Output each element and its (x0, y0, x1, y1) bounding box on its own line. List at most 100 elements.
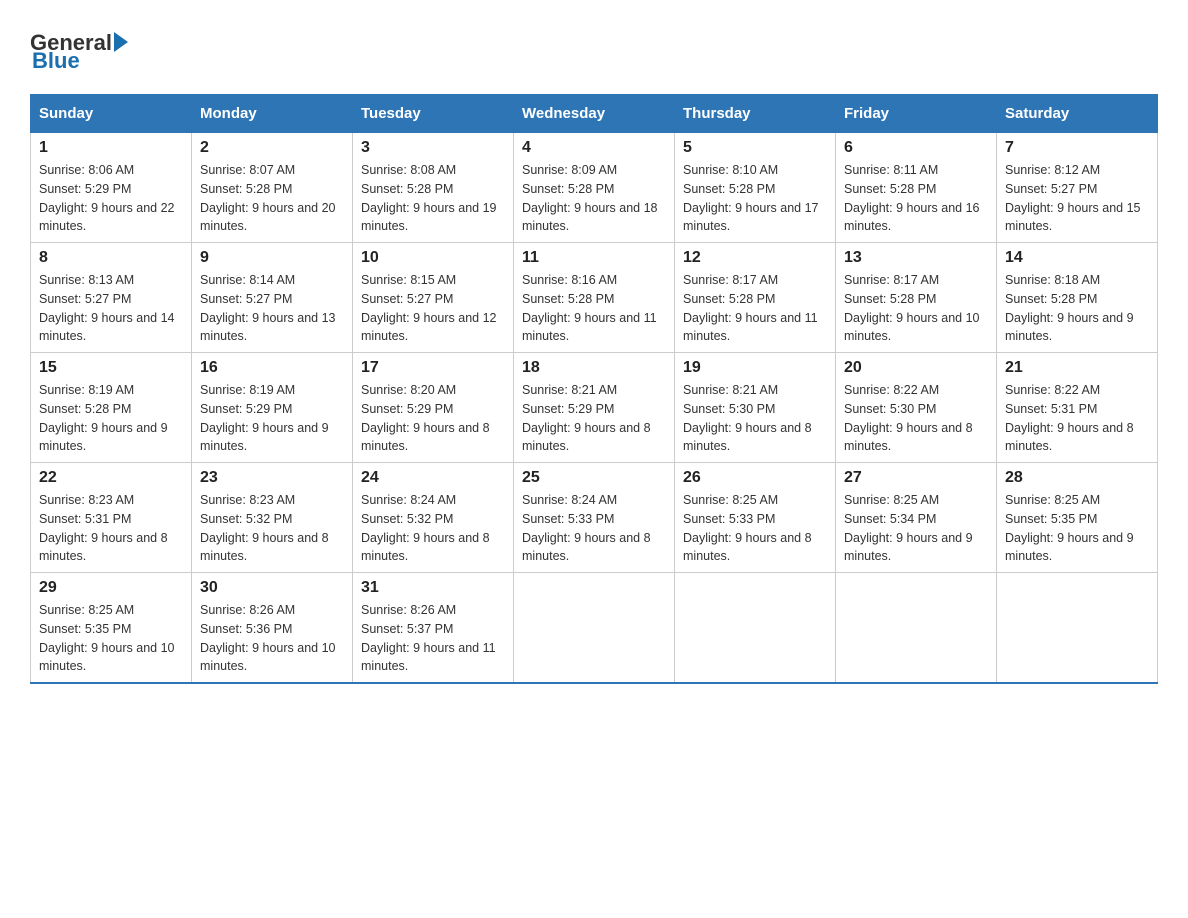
day-info: Sunrise: 8:23 AM Sunset: 5:31 PM Dayligh… (39, 491, 183, 566)
calendar-cell: 22 Sunrise: 8:23 AM Sunset: 5:31 PM Dayl… (31, 463, 192, 573)
day-info: Sunrise: 8:26 AM Sunset: 5:37 PM Dayligh… (361, 601, 505, 676)
calendar-cell: 16 Sunrise: 8:19 AM Sunset: 5:29 PM Dayl… (192, 353, 353, 463)
day-info: Sunrise: 8:22 AM Sunset: 5:31 PM Dayligh… (1005, 381, 1149, 456)
calendar-cell: 14 Sunrise: 8:18 AM Sunset: 5:28 PM Dayl… (997, 243, 1158, 353)
day-number: 28 (1005, 469, 1149, 487)
calendar-cell: 24 Sunrise: 8:24 AM Sunset: 5:32 PM Dayl… (353, 463, 514, 573)
column-header-monday: Monday (192, 95, 353, 133)
day-number: 11 (522, 249, 666, 267)
logo-arrow-icon (114, 32, 128, 52)
day-info: Sunrise: 8:25 AM Sunset: 5:33 PM Dayligh… (683, 491, 827, 566)
day-info: Sunrise: 8:24 AM Sunset: 5:33 PM Dayligh… (522, 491, 666, 566)
day-info: Sunrise: 8:23 AM Sunset: 5:32 PM Dayligh… (200, 491, 344, 566)
calendar-cell: 29 Sunrise: 8:25 AM Sunset: 5:35 PM Dayl… (31, 573, 192, 684)
calendar-cell: 11 Sunrise: 8:16 AM Sunset: 5:28 PM Dayl… (514, 243, 675, 353)
column-header-thursday: Thursday (675, 95, 836, 133)
day-number: 7 (1005, 139, 1149, 157)
day-info: Sunrise: 8:25 AM Sunset: 5:34 PM Dayligh… (844, 491, 988, 566)
day-info: Sunrise: 8:18 AM Sunset: 5:28 PM Dayligh… (1005, 271, 1149, 346)
page-header: General Blue (30, 20, 1158, 74)
day-number: 19 (683, 359, 827, 377)
calendar-cell: 15 Sunrise: 8:19 AM Sunset: 5:28 PM Dayl… (31, 353, 192, 463)
calendar-body: 1 Sunrise: 8:06 AM Sunset: 5:29 PM Dayli… (31, 133, 1158, 684)
day-number: 2 (200, 139, 344, 157)
day-number: 21 (1005, 359, 1149, 377)
day-info: Sunrise: 8:26 AM Sunset: 5:36 PM Dayligh… (200, 601, 344, 676)
day-info: Sunrise: 8:17 AM Sunset: 5:28 PM Dayligh… (844, 271, 988, 346)
day-number: 13 (844, 249, 988, 267)
day-info: Sunrise: 8:19 AM Sunset: 5:28 PM Dayligh… (39, 381, 183, 456)
day-number: 12 (683, 249, 827, 267)
calendar-cell: 13 Sunrise: 8:17 AM Sunset: 5:28 PM Dayl… (836, 243, 997, 353)
week-row-1: 1 Sunrise: 8:06 AM Sunset: 5:29 PM Dayli… (31, 133, 1158, 243)
calendar-cell: 23 Sunrise: 8:23 AM Sunset: 5:32 PM Dayl… (192, 463, 353, 573)
column-header-saturday: Saturday (997, 95, 1158, 133)
day-info: Sunrise: 8:14 AM Sunset: 5:27 PM Dayligh… (200, 271, 344, 346)
day-number: 22 (39, 469, 183, 487)
calendar-cell: 26 Sunrise: 8:25 AM Sunset: 5:33 PM Dayl… (675, 463, 836, 573)
calendar-table: SundayMondayTuesdayWednesdayThursdayFrid… (30, 94, 1158, 684)
logo: General Blue (30, 30, 128, 74)
day-info: Sunrise: 8:09 AM Sunset: 5:28 PM Dayligh… (522, 161, 666, 236)
day-info: Sunrise: 8:11 AM Sunset: 5:28 PM Dayligh… (844, 161, 988, 236)
calendar-cell: 31 Sunrise: 8:26 AM Sunset: 5:37 PM Dayl… (353, 573, 514, 684)
day-number: 10 (361, 249, 505, 267)
calendar-cell: 20 Sunrise: 8:22 AM Sunset: 5:30 PM Dayl… (836, 353, 997, 463)
calendar-cell: 5 Sunrise: 8:10 AM Sunset: 5:28 PM Dayli… (675, 133, 836, 243)
column-header-sunday: Sunday (31, 95, 192, 133)
day-number: 17 (361, 359, 505, 377)
calendar-cell (675, 573, 836, 684)
calendar-cell: 6 Sunrise: 8:11 AM Sunset: 5:28 PM Dayli… (836, 133, 997, 243)
day-number: 27 (844, 469, 988, 487)
day-number: 8 (39, 249, 183, 267)
day-info: Sunrise: 8:25 AM Sunset: 5:35 PM Dayligh… (1005, 491, 1149, 566)
day-number: 26 (683, 469, 827, 487)
calendar-cell (836, 573, 997, 684)
calendar-cell (997, 573, 1158, 684)
calendar-cell: 21 Sunrise: 8:22 AM Sunset: 5:31 PM Dayl… (997, 353, 1158, 463)
calendar-cell: 2 Sunrise: 8:07 AM Sunset: 5:28 PM Dayli… (192, 133, 353, 243)
week-row-4: 22 Sunrise: 8:23 AM Sunset: 5:31 PM Dayl… (31, 463, 1158, 573)
calendar-cell: 1 Sunrise: 8:06 AM Sunset: 5:29 PM Dayli… (31, 133, 192, 243)
day-number: 3 (361, 139, 505, 157)
day-number: 29 (39, 579, 183, 597)
day-info: Sunrise: 8:15 AM Sunset: 5:27 PM Dayligh… (361, 271, 505, 346)
day-number: 4 (522, 139, 666, 157)
calendar-cell: 4 Sunrise: 8:09 AM Sunset: 5:28 PM Dayli… (514, 133, 675, 243)
week-row-3: 15 Sunrise: 8:19 AM Sunset: 5:28 PM Dayl… (31, 353, 1158, 463)
day-number: 20 (844, 359, 988, 377)
week-row-5: 29 Sunrise: 8:25 AM Sunset: 5:35 PM Dayl… (31, 573, 1158, 684)
day-number: 31 (361, 579, 505, 597)
day-info: Sunrise: 8:16 AM Sunset: 5:28 PM Dayligh… (522, 271, 666, 346)
day-number: 9 (200, 249, 344, 267)
day-number: 25 (522, 469, 666, 487)
day-number: 6 (844, 139, 988, 157)
day-number: 14 (1005, 249, 1149, 267)
day-info: Sunrise: 8:20 AM Sunset: 5:29 PM Dayligh… (361, 381, 505, 456)
day-info: Sunrise: 8:06 AM Sunset: 5:29 PM Dayligh… (39, 161, 183, 236)
calendar-cell: 10 Sunrise: 8:15 AM Sunset: 5:27 PM Dayl… (353, 243, 514, 353)
column-header-tuesday: Tuesday (353, 95, 514, 133)
day-number: 23 (200, 469, 344, 487)
day-info: Sunrise: 8:13 AM Sunset: 5:27 PM Dayligh… (39, 271, 183, 346)
calendar-cell: 30 Sunrise: 8:26 AM Sunset: 5:36 PM Dayl… (192, 573, 353, 684)
calendar-cell: 28 Sunrise: 8:25 AM Sunset: 5:35 PM Dayl… (997, 463, 1158, 573)
day-info: Sunrise: 8:08 AM Sunset: 5:28 PM Dayligh… (361, 161, 505, 236)
calendar-cell: 12 Sunrise: 8:17 AM Sunset: 5:28 PM Dayl… (675, 243, 836, 353)
day-number: 16 (200, 359, 344, 377)
calendar-cell: 18 Sunrise: 8:21 AM Sunset: 5:29 PM Dayl… (514, 353, 675, 463)
day-number: 18 (522, 359, 666, 377)
day-info: Sunrise: 8:22 AM Sunset: 5:30 PM Dayligh… (844, 381, 988, 456)
day-info: Sunrise: 8:21 AM Sunset: 5:30 PM Dayligh… (683, 381, 827, 456)
day-info: Sunrise: 8:21 AM Sunset: 5:29 PM Dayligh… (522, 381, 666, 456)
column-header-wednesday: Wednesday (514, 95, 675, 133)
day-info: Sunrise: 8:19 AM Sunset: 5:29 PM Dayligh… (200, 381, 344, 456)
calendar-cell: 3 Sunrise: 8:08 AM Sunset: 5:28 PM Dayli… (353, 133, 514, 243)
calendar-cell: 9 Sunrise: 8:14 AM Sunset: 5:27 PM Dayli… (192, 243, 353, 353)
calendar-cell: 8 Sunrise: 8:13 AM Sunset: 5:27 PM Dayli… (31, 243, 192, 353)
calendar-cell (514, 573, 675, 684)
calendar-header-row: SundayMondayTuesdayWednesdayThursdayFrid… (31, 95, 1158, 133)
day-info: Sunrise: 8:25 AM Sunset: 5:35 PM Dayligh… (39, 601, 183, 676)
week-row-2: 8 Sunrise: 8:13 AM Sunset: 5:27 PM Dayli… (31, 243, 1158, 353)
day-number: 5 (683, 139, 827, 157)
